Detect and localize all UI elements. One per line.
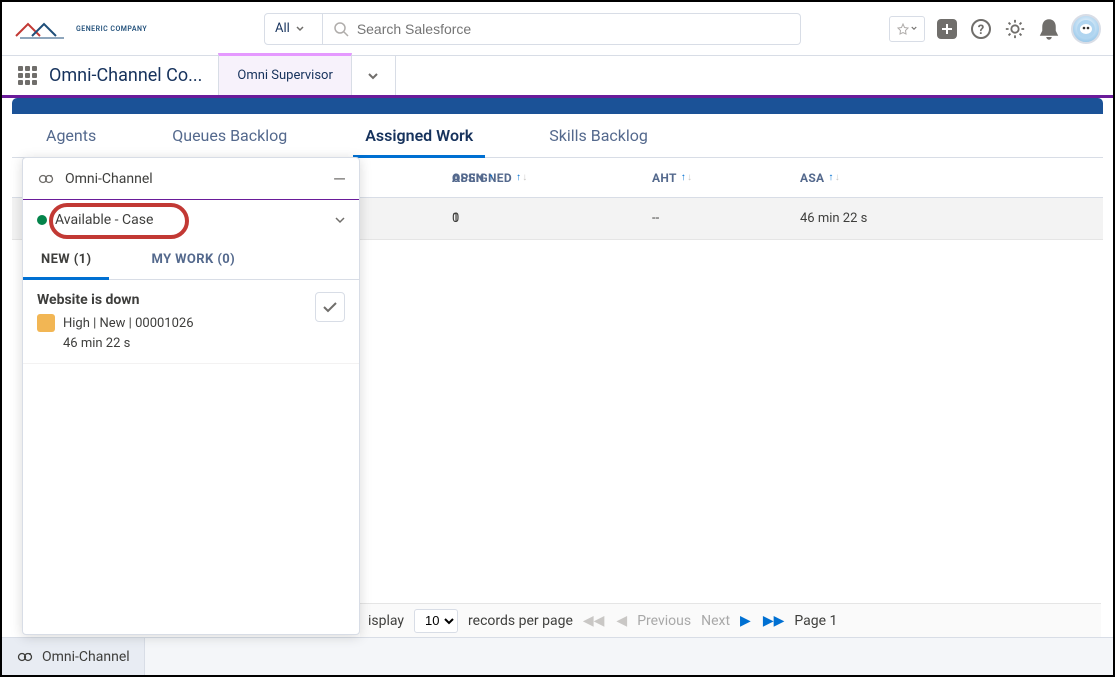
column-asa[interactable]: ASA ↑↓	[800, 171, 928, 185]
header-actions: ?	[889, 14, 1101, 44]
svg-text:?: ?	[978, 23, 984, 38]
cell-asa: 46 min 22 s	[800, 211, 928, 226]
gear-icon	[1004, 18, 1026, 40]
previous-label[interactable]: Previous	[637, 613, 691, 629]
work-item-meta-text: High | New | 00001026	[63, 316, 194, 331]
omni-channel-icon	[37, 170, 55, 188]
star-icon	[897, 23, 909, 35]
tab-queues-backlog[interactable]: Queues Backlog	[152, 114, 307, 157]
chevron-down-icon	[367, 72, 379, 80]
chevron-down-icon	[335, 217, 345, 224]
tab-label: Queues Backlog	[172, 126, 287, 145]
global-search: All	[264, 13, 801, 45]
search-icon	[333, 21, 349, 37]
sort-icon: ↑↓	[681, 173, 693, 183]
page-nav-arrows-next: ▶ ▶▶	[740, 613, 784, 629]
question-icon: ?	[970, 18, 992, 40]
first-page-button[interactable]: ◀◀	[583, 613, 605, 629]
notifications-button[interactable]	[1037, 17, 1061, 41]
nav-tab-dropdown[interactable]	[352, 56, 396, 95]
omni-channel-icon	[16, 648, 34, 666]
tab-skills-backlog[interactable]: Skills Backlog	[529, 114, 668, 157]
utility-bar: Omni-Channel	[2, 637, 1113, 675]
omni-panel-header: Omni-Channel —	[23, 158, 359, 200]
prev-page-button[interactable]: ◀	[616, 613, 627, 629]
omni-panel-title: Omni-Channel	[65, 171, 153, 187]
work-item-meta: High | New | 00001026	[37, 314, 194, 332]
accept-button[interactable]	[315, 292, 345, 322]
sort-icon: ↑↓	[828, 173, 840, 183]
column-label: OPEN	[452, 171, 484, 185]
case-icon	[37, 314, 55, 332]
astro-icon	[1076, 19, 1096, 39]
tab-label: NEW (1)	[41, 252, 91, 267]
column-aht[interactable]: AHT ↑↓	[652, 171, 800, 185]
column-open[interactable]: OPEN ↑↓	[452, 171, 652, 185]
utility-label: Omni-Channel	[42, 649, 130, 665]
chevron-down-icon	[296, 26, 304, 32]
logo-text: GENERIC COMPANY	[76, 25, 147, 33]
status-selector[interactable]: Available - Case	[23, 200, 359, 240]
app-launcher-icon[interactable]	[18, 66, 37, 85]
chevron-down-icon	[911, 26, 917, 31]
tab-label: Assigned Work	[365, 126, 473, 145]
search-box[interactable]	[323, 13, 801, 45]
tab-label: MY WORK (0)	[151, 252, 235, 267]
omni-panel-tabs: NEW (1) MY WORK (0)	[23, 240, 359, 280]
per-page-label: records per page	[468, 613, 573, 629]
nav-tab-omni-supervisor[interactable]: Omni Supervisor	[218, 53, 352, 95]
column-label: ASA	[800, 171, 824, 185]
search-scope-label: All	[275, 21, 290, 36]
last-page-button[interactable]: ▶▶	[763, 613, 785, 629]
page-size-select[interactable]: 10	[414, 609, 458, 633]
hero-band	[12, 98, 1103, 114]
tab-my-work[interactable]: MY WORK (0)	[133, 240, 253, 279]
check-icon	[323, 302, 337, 313]
column-label: AHT	[652, 171, 677, 185]
app-launcher-section: Omni-Channel Co...	[2, 56, 218, 95]
app-name: Omni-Channel Co...	[49, 65, 202, 86]
bell-icon	[1039, 18, 1059, 40]
status-indicator-dot	[37, 215, 47, 225]
help-button[interactable]: ?	[969, 17, 993, 41]
cell-aht: --	[652, 211, 800, 226]
tab-label: Agents	[46, 126, 96, 145]
user-avatar[interactable]	[1071, 14, 1101, 44]
tab-new[interactable]: NEW (1)	[23, 240, 109, 279]
status-label: Available - Case	[55, 212, 153, 228]
cell-open: 0	[452, 211, 652, 226]
work-item-time: 46 min 22 s	[37, 336, 194, 351]
search-scope-selector[interactable]: All	[264, 13, 323, 45]
page-indicator: Page 1	[794, 613, 837, 629]
work-item[interactable]: Website is down High | New | 00001026 46…	[23, 280, 359, 364]
next-label[interactable]: Next	[701, 613, 730, 629]
page-nav-arrows: ◀◀ ◀	[583, 613, 627, 629]
app-navigation: Omni-Channel Co... Omni Supervisor	[2, 56, 1113, 98]
tab-assigned-work[interactable]: Assigned Work	[345, 114, 493, 157]
tab-label: Skills Backlog	[549, 126, 648, 145]
display-label: isplay	[368, 613, 404, 629]
tab-agents[interactable]: Agents	[26, 114, 116, 157]
supervisor-subtabs: Agents Queues Backlog Assigned Work Skil…	[12, 114, 1103, 158]
search-input[interactable]	[349, 21, 790, 37]
omni-channel-panel: Omni-Channel — Available - Case NEW (1) …	[22, 157, 360, 635]
setup-button[interactable]	[1003, 17, 1027, 41]
sort-icon: ↑↓	[488, 173, 500, 183]
global-header: GENERIC COMPANY All ?	[2, 2, 1113, 56]
logo-icon	[14, 16, 70, 42]
minimize-button[interactable]: —	[334, 168, 345, 189]
nav-tab-label: Omni Supervisor	[237, 68, 333, 83]
favorites-button[interactable]	[889, 16, 925, 42]
create-button[interactable]	[935, 17, 959, 41]
pagination-bar: isplay 10 records per page ◀◀ ◀ Previous…	[360, 603, 1101, 637]
plus-icon	[936, 18, 958, 40]
company-logo: GENERIC COMPANY	[14, 16, 264, 42]
work-item-title: Website is down	[37, 292, 194, 308]
next-page-button[interactable]: ▶	[740, 613, 751, 629]
utility-omni-channel[interactable]: Omni-Channel	[2, 638, 145, 675]
